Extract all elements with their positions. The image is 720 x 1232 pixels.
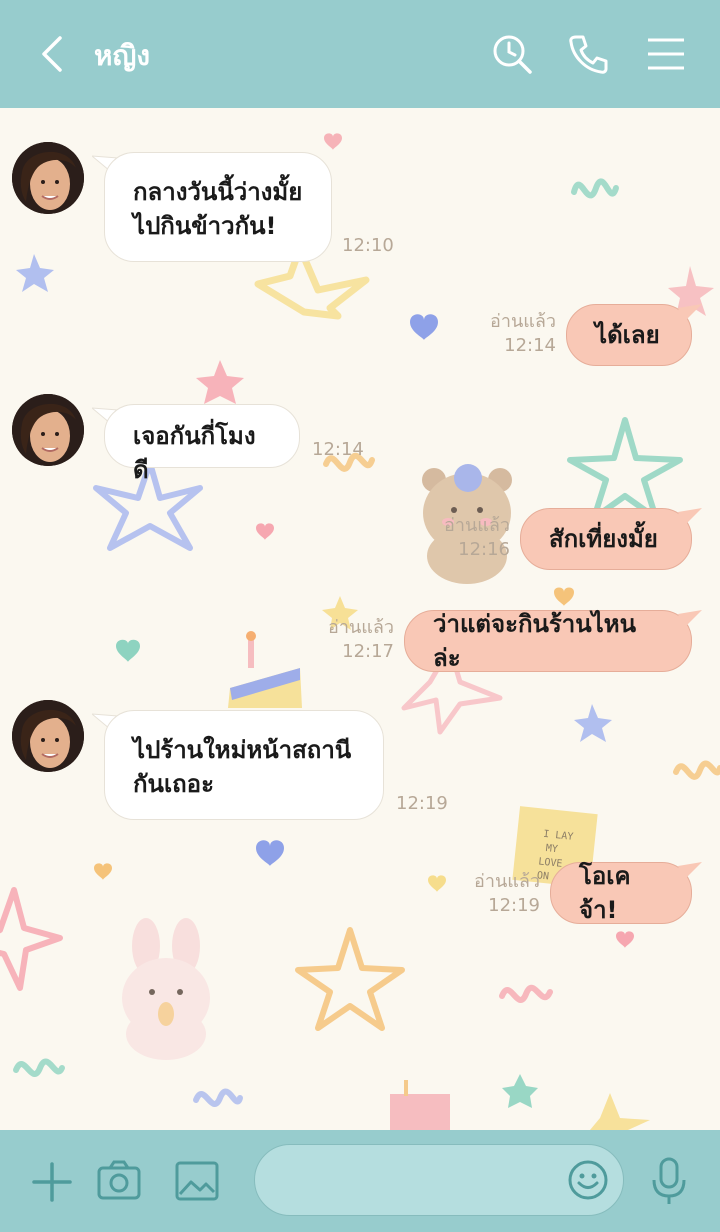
message-meta: อ่านแล้ว 12:19 [454,870,540,918]
message-text-line: กันเถอะ [133,770,214,798]
bubble-tail [678,508,702,528]
svg-text:MY: MY [545,843,558,855]
message-time: 12:19 [396,793,448,814]
read-receipt: อ่านแล้ว [490,311,556,332]
message-meta: อ่านแล้ว 12:17 [306,616,394,664]
message-bubble-outgoing[interactable]: สักเที่ยงมั้ย [520,508,692,570]
microphone-icon[interactable] [648,1156,690,1206]
bubble-tail [678,862,702,882]
chat-title: หญิง [94,39,150,72]
avatar-portrait-icon [12,142,84,214]
read-receipt: อ่านแล้ว [474,871,540,892]
message-text: เจอกันกี่โมงดี [133,422,256,484]
image-icon[interactable] [174,1158,220,1204]
camera-icon[interactable] [96,1158,142,1204]
message-bubble-incoming[interactable]: กลางวันนี้ว่างมั้ย ไปกินข้าวกัน! [104,152,332,262]
contact-avatar[interactable] [12,142,84,214]
message-text: สักเที่ยงมั้ย [549,525,658,553]
message-meta: อ่านแล้ว 12:14 [470,310,556,358]
message-text: โอเคจ้า! [579,862,631,924]
plus-icon[interactable] [30,1160,74,1204]
contact-avatar[interactable] [12,700,84,772]
message-bubble-outgoing[interactable]: ว่าแต่จะกินร้านไหนล่ะ [404,610,692,672]
message-text-line: ไปกินข้าวกัน! [133,212,277,240]
message-input-bar [0,1130,720,1232]
avatar-portrait-icon [12,394,84,466]
message-time: 12:14 [504,335,556,356]
message-text: ว่าแต่จะกินร้านไหนล่ะ [433,610,636,672]
message-time: 12:19 [488,895,540,916]
message-time: 12:14 [312,439,364,460]
avatar-portrait-icon [12,700,84,772]
bubble-tail [678,304,702,324]
read-receipt: อ่านแล้ว [328,617,394,638]
message-bubble-incoming[interactable]: ไปร้านใหม่หน้าสถานี กันเถอะ [104,710,384,820]
chat-area[interactable]: I LAY MY LOVE ON กลางวันนี้ว่างมั้ย ไปกิ… [0,108,720,1130]
message-text-line: ไปร้านใหม่หน้าสถานี [133,736,352,764]
read-receipt: อ่านแล้ว [444,515,510,536]
contact-avatar[interactable] [12,394,84,466]
menu-icon[interactable] [644,34,688,74]
phone-icon[interactable] [566,32,610,76]
bubble-tail [678,610,702,630]
message-time: 12:10 [342,235,394,256]
emoji-icon[interactable] [567,1159,609,1201]
message-time: 12:16 [458,539,510,560]
chat-header: หญิง [0,0,720,108]
search-icon[interactable] [490,32,534,76]
message-time: 12:17 [342,641,394,662]
message-text-line: กลางวันนี้ว่างมั้ย [133,178,303,206]
message-bubble-incoming[interactable]: เจอกันกี่โมงดี [104,404,300,484]
message-text: ได้เลย [595,321,660,349]
message-meta: อ่านแล้ว 12:16 [424,514,510,562]
message-bubble-outgoing[interactable]: ได้เลย [566,304,692,366]
message-input[interactable] [254,1144,624,1216]
back-chevron-icon[interactable] [36,32,76,76]
message-bubble-outgoing[interactable]: โอเคจ้า! [550,862,692,924]
